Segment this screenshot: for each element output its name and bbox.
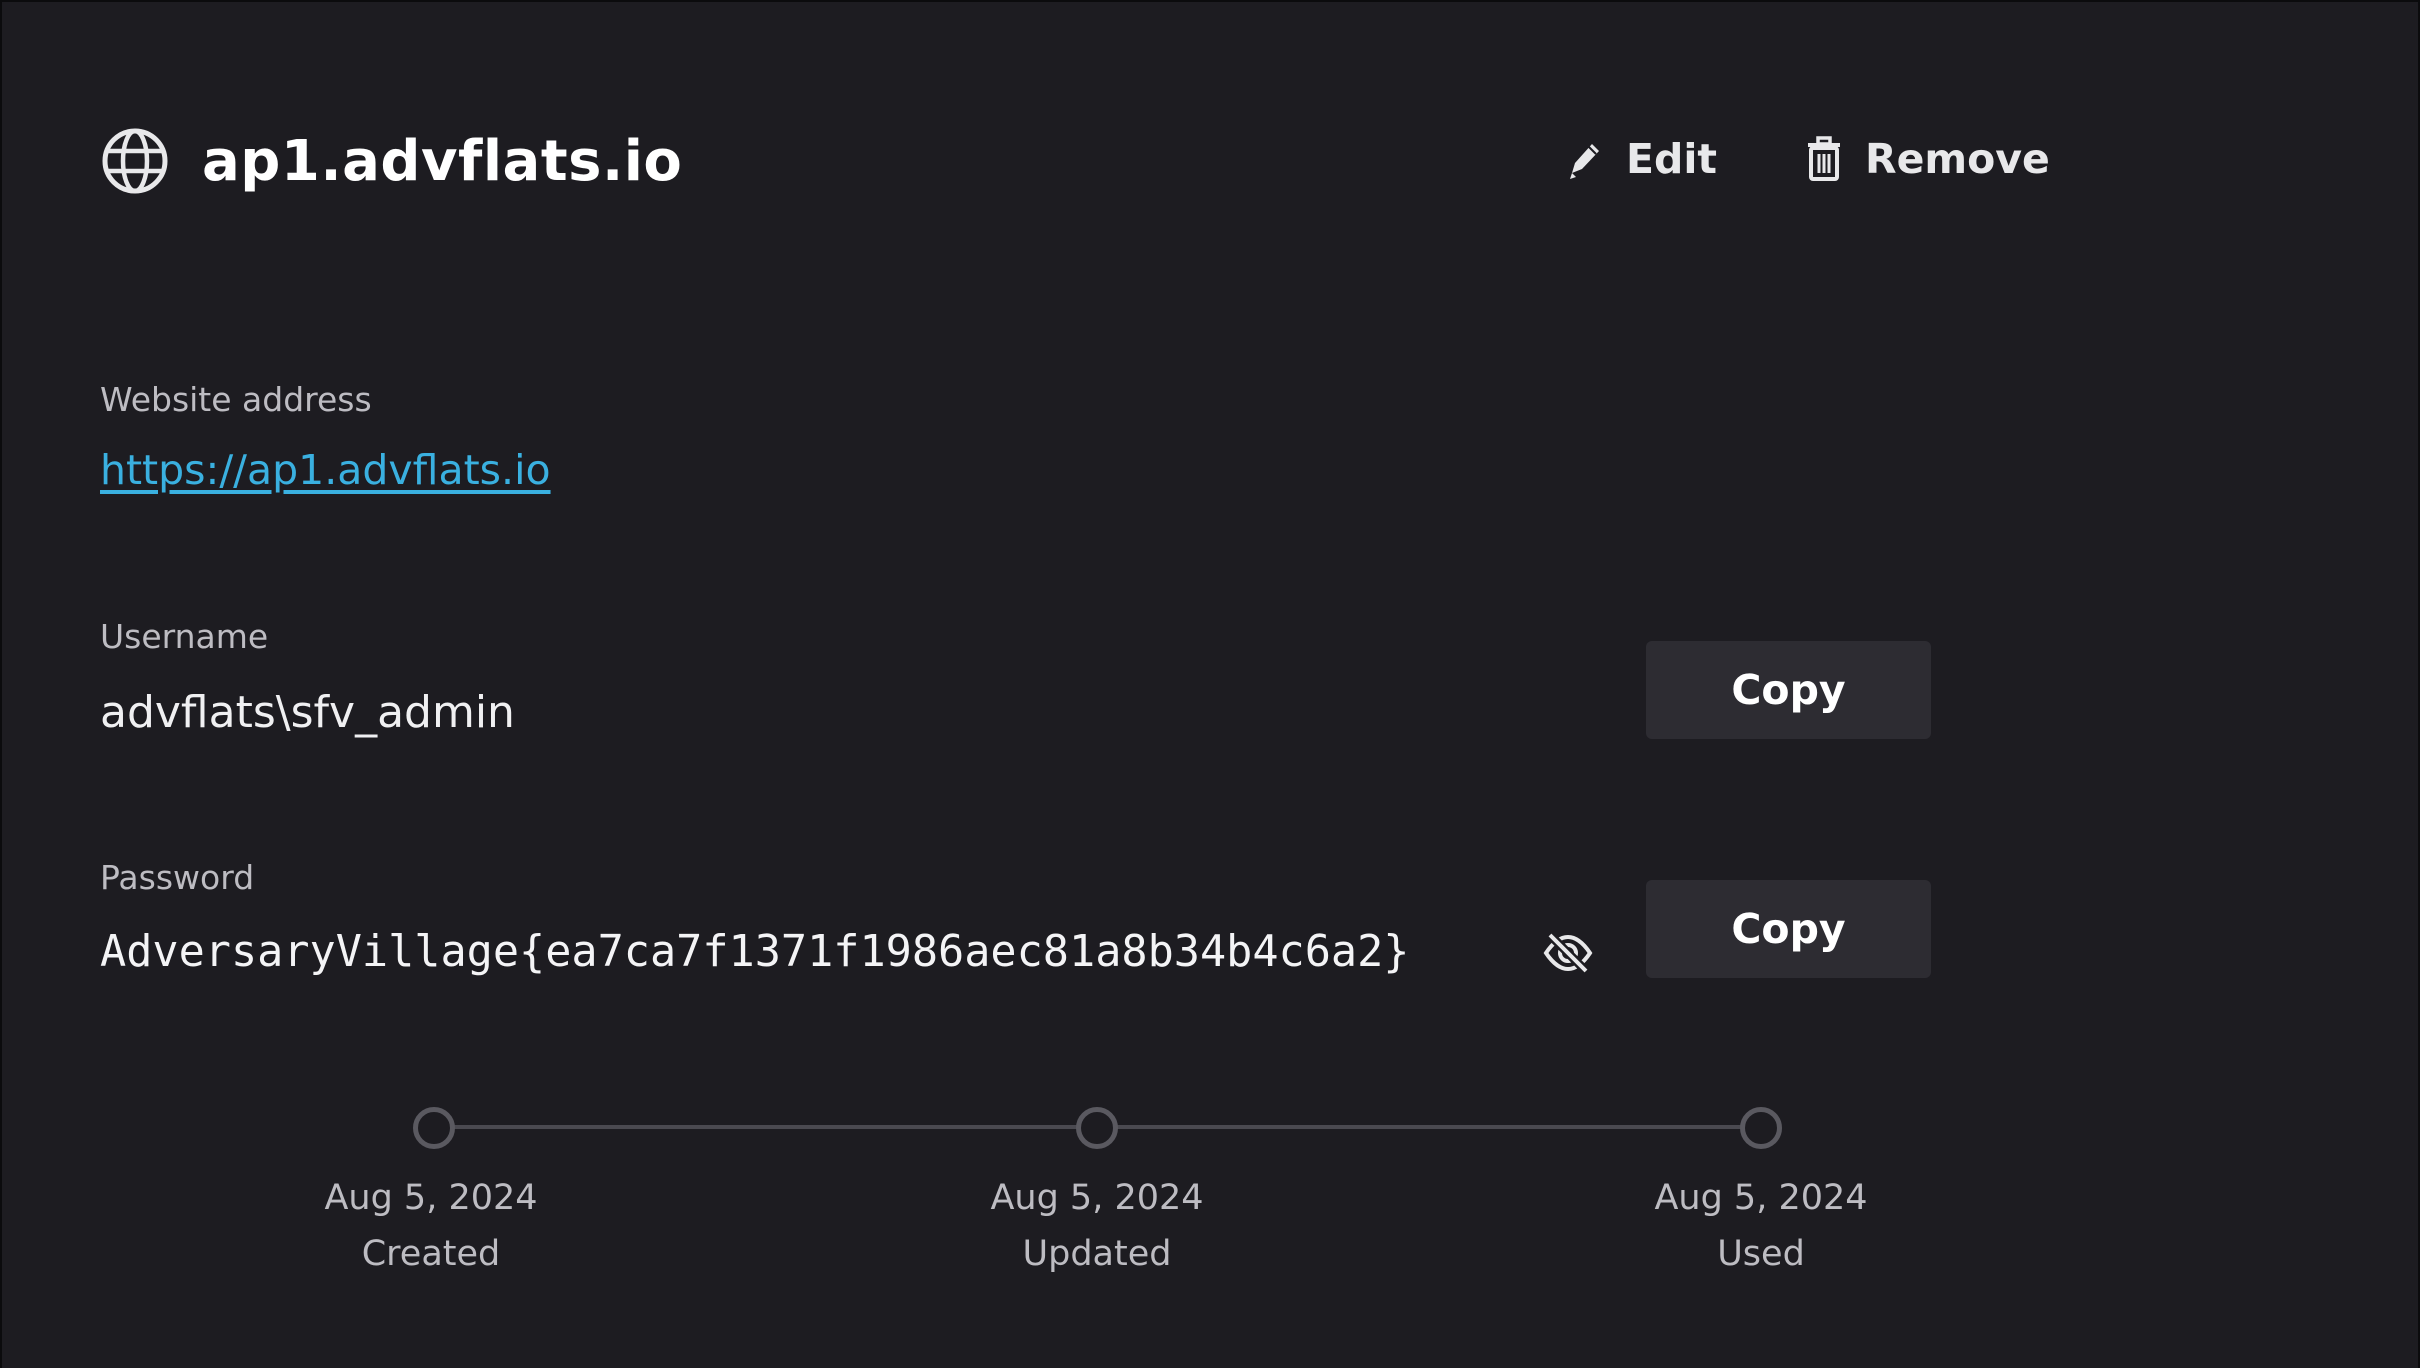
timeline-dot-used	[1740, 1107, 1782, 1149]
updated-label: Updated	[1022, 1234, 1172, 1274]
remove-button[interactable]: Remove	[1805, 127, 2050, 191]
timeline-dot-created	[413, 1107, 455, 1149]
created-date: Aug 5, 2024	[324, 1178, 538, 1218]
username-value: advflats\sfv_admin	[100, 687, 515, 738]
created-label: Created	[361, 1234, 501, 1274]
edit-label: Edit	[1626, 135, 1718, 183]
copy-username-button[interactable]: Copy	[1646, 641, 1931, 739]
pencil-icon	[1570, 144, 1599, 179]
edit-button[interactable]: Edit	[1564, 127, 1717, 191]
remove-label: Remove	[1865, 135, 2050, 183]
used-date: Aug 5, 2024	[1654, 1178, 1868, 1218]
page-title: ap1.advflats.io	[202, 129, 683, 194]
copy-password-button[interactable]: Copy	[1646, 880, 1931, 978]
password-label: Password	[100, 858, 255, 897]
website-label: Website address	[100, 380, 372, 419]
username-label: Username	[100, 617, 269, 656]
credential-detail-panel: ap1.advflats.io Edit Remove Website addr…	[0, 0, 2420, 1368]
website-link[interactable]: https://ap1.advflats.io	[100, 444, 551, 496]
timeline-dot-updated	[1076, 1107, 1118, 1149]
eye-slash-icon[interactable]	[1542, 927, 1594, 979]
globe-icon	[102, 128, 168, 194]
trash-icon	[1808, 136, 1840, 181]
used-label: Used	[1717, 1234, 1805, 1274]
password-value: AdversaryVillage{ea7ca7f1371f1986aec81a8…	[100, 927, 1410, 977]
updated-date: Aug 5, 2024	[990, 1178, 1204, 1218]
